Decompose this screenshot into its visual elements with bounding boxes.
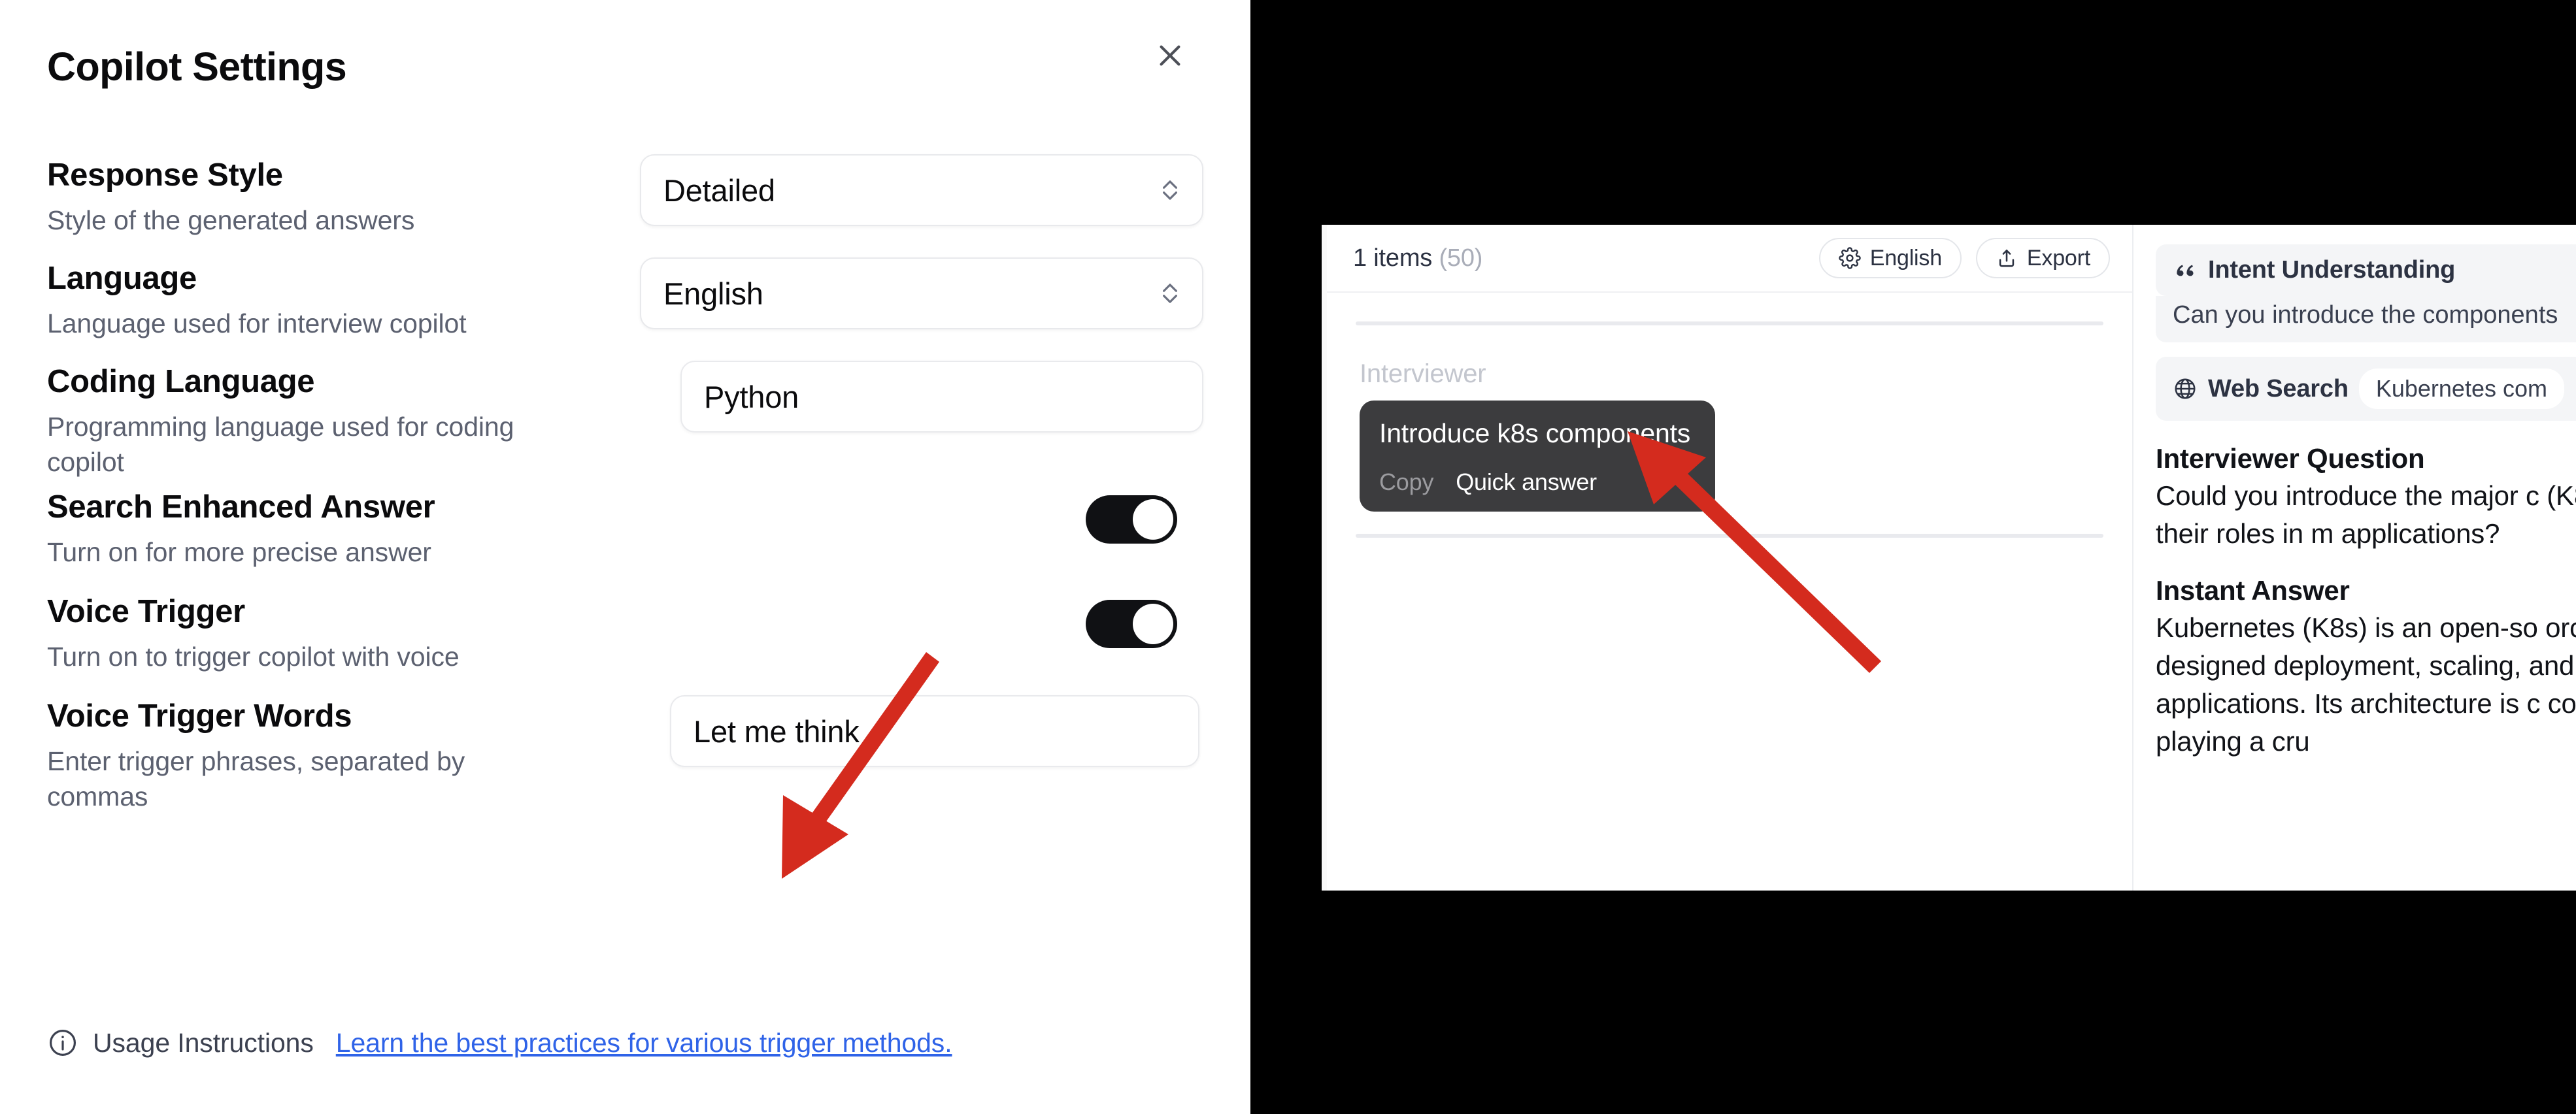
toolbar-actions: English Export	[1818, 238, 2110, 278]
setting-description: Turn on to trigger copilot with voice	[47, 641, 460, 672]
items-count-main: 1 items	[1353, 244, 1433, 272]
web-search-header: Web Search Kubernetes com	[2156, 357, 2576, 421]
setting-control	[622, 591, 1203, 648]
best-practices-link[interactable]: Learn the best practices for various tri…	[336, 1028, 952, 1058]
items-count-extra: (50)	[1439, 244, 1483, 272]
intent-understanding-text: Can you introduce the components	[2156, 296, 2576, 342]
upload-icon	[1996, 247, 2018, 269]
toggle-knob	[1133, 499, 1173, 540]
voice-trigger-words-input[interactable]: Let me think	[670, 695, 1199, 767]
setting-row-search-enhanced-answer: Search Enhanced Answer Turn on for more …	[0, 486, 1250, 591]
info-icon	[47, 1027, 78, 1058]
quick-answer-button[interactable]: Quick answer	[1456, 468, 1597, 496]
setting-description: Enter trigger phrases, separated by comm…	[47, 745, 465, 811]
chevron-updown-icon	[1160, 175, 1180, 205]
interviewer-question-text: Could you introduce the major c (K8s) an…	[2156, 480, 2576, 549]
copilot-settings-dialog: Copilot Settings Response Style Style of…	[0, 0, 1250, 1114]
setting-row-voice-trigger-words: Voice Trigger Words Enter trigger phrase…	[0, 695, 1250, 821]
language-select[interactable]: English	[640, 257, 1203, 329]
setting-row-coding-language: Coding Language Programming language use…	[0, 361, 1250, 486]
close-icon	[1155, 41, 1185, 71]
speaker-label: Interviewer	[1360, 359, 1486, 388]
transcript-language-button[interactable]: English	[1818, 238, 1962, 278]
web-search-title: Web Search	[2208, 374, 2349, 402]
setting-label-group: Response Style Style of the generated an…	[47, 154, 622, 238]
setting-label-group: Voice Trigger Turn on to trigger copilot…	[47, 591, 622, 674]
setting-label-group: Search Enhanced Answer Turn on for more …	[47, 486, 622, 570]
response-style-select[interactable]: Detailed	[640, 154, 1203, 226]
export-label: Export	[2026, 245, 2090, 270]
coding-language-input[interactable]: Python	[680, 361, 1203, 433]
gear-icon	[1839, 247, 1861, 269]
setting-row-language: Language Language used for interview cop…	[0, 257, 1250, 361]
items-count: 1 items (50)	[1353, 244, 1482, 272]
copy-button[interactable]: Copy	[1379, 468, 1433, 496]
setting-title: Coding Language	[47, 364, 315, 399]
setting-control: Python	[622, 361, 1203, 433]
setting-description: Turn on for more precise answer	[47, 536, 431, 567]
globe-icon	[2173, 376, 2198, 401]
quote-icon	[2173, 258, 2198, 283]
close-button[interactable]	[1148, 34, 1192, 77]
transcript-toolbar: 1 items (50) English Export	[1327, 225, 2132, 293]
usage-instructions-label: Usage Instructions	[93, 1027, 314, 1058]
setting-title: Language	[47, 261, 197, 296]
usage-instructions-row: Usage Instructions Learn the best practi…	[47, 1027, 952, 1058]
setting-title: Voice Trigger Words	[47, 698, 352, 734]
screen-root: Copilot Settings Response Style Style of…	[0, 0, 2576, 1114]
toggle-knob	[1133, 604, 1173, 644]
instant-answer-heading: Instant Answer	[2156, 574, 2350, 606]
transcript-message-text: Introduce k8s components	[1379, 418, 1691, 448]
setting-row-voice-trigger: Voice Trigger Turn on to trigger copilot…	[0, 591, 1250, 695]
interview-copilot-content: 1 items (50) English Export Interviewer …	[1327, 225, 2576, 891]
answer-panel: Intent Understanding Can you introduce t…	[2133, 225, 2576, 891]
transcript-divider-bottom	[1356, 534, 2103, 538]
chevron-updown-icon	[1160, 278, 1180, 308]
interview-copilot-window: 1 items (50) English Export Interviewer …	[1322, 225, 2576, 891]
web-search-query: Kubernetes com	[2358, 369, 2564, 409]
setting-row-response-style: Response Style Style of the generated an…	[0, 154, 1250, 257]
setting-control: Detailed	[622, 154, 1203, 226]
setting-description: Programming language used for coding cop…	[47, 411, 514, 477]
intent-understanding-header: Intent Understanding	[2156, 244, 2576, 296]
page-title: Copilot Settings	[47, 44, 347, 89]
voice-trigger-toggle[interactable]	[1086, 600, 1177, 648]
setting-control	[622, 486, 1203, 544]
transcript-list: Interviewer Introduce k8s components Cop…	[1327, 321, 2132, 538]
setting-control: English	[622, 257, 1203, 329]
instant-answer-text: Kubernetes (K8s) is an open-so orchestra…	[2156, 612, 2576, 757]
transcript-divider-top	[1356, 321, 2103, 325]
setting-label-group: Coding Language Programming language use…	[47, 361, 622, 480]
setting-description: Language used for interview copilot	[47, 308, 467, 338]
language-value: English	[663, 276, 763, 311]
transcript-message-bubble[interactable]: Introduce k8s components Copy Quick answ…	[1360, 401, 1715, 512]
intent-understanding-title: Intent Understanding	[2208, 256, 2456, 284]
bubble-actions: Copy Quick answer	[1379, 468, 1696, 496]
setting-label-group: Language Language used for interview cop…	[47, 257, 622, 341]
setting-description: Style of the generated answers	[47, 205, 415, 235]
interviewer-question-heading: Interviewer Question	[2156, 443, 2425, 474]
setting-title: Search Enhanced Answer	[47, 489, 435, 525]
setting-title: Voice Trigger	[47, 594, 245, 629]
setting-label-group: Voice Trigger Words Enter trigger phrase…	[47, 695, 622, 814]
settings-list: Response Style Style of the generated an…	[0, 154, 1250, 821]
transcript-language-label: English	[1869, 245, 1942, 270]
transcript-panel: 1 items (50) English Export Interviewer …	[1327, 225, 2133, 891]
response-style-value: Detailed	[663, 172, 775, 208]
search-enhanced-answer-toggle[interactable]	[1086, 495, 1177, 544]
setting-title: Response Style	[47, 157, 283, 193]
export-button[interactable]: Export	[1975, 238, 2110, 278]
setting-control: Let me think	[622, 695, 1203, 767]
